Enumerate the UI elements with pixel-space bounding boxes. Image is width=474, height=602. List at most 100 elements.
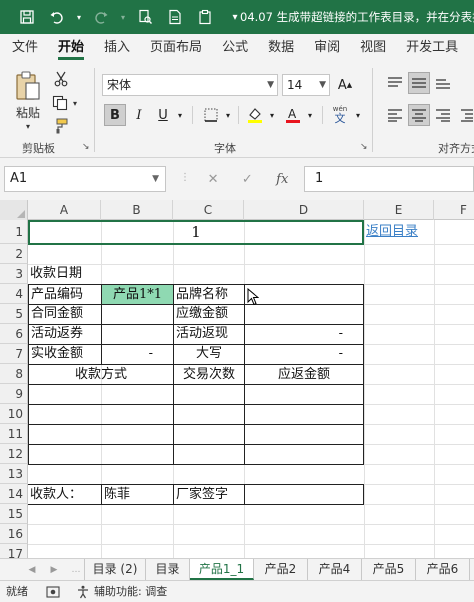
cell-c5[interactable]: 应缴金额 bbox=[173, 304, 244, 325]
name-box[interactable]: A1 ▼ bbox=[4, 166, 166, 192]
table-cell[interactable] bbox=[173, 404, 244, 425]
row-header-14[interactable]: 14 bbox=[0, 484, 28, 504]
column-header-c[interactable]: C bbox=[173, 200, 244, 220]
save-icon[interactable] bbox=[12, 0, 42, 34]
borders-icon[interactable] bbox=[200, 104, 222, 126]
italic-button[interactable]: I bbox=[128, 104, 150, 126]
cell-a5[interactable]: 合同金额 bbox=[28, 304, 101, 325]
cell-c6[interactable]: 活动返现 bbox=[173, 324, 244, 345]
tab-home[interactable]: 开始 bbox=[48, 34, 94, 62]
cancel-icon[interactable]: ✕ bbox=[208, 172, 219, 187]
table-cell[interactable] bbox=[173, 424, 244, 445]
more-sheets-icon[interactable]: … bbox=[66, 559, 86, 581]
table-cell[interactable] bbox=[173, 384, 244, 405]
row-header-7[interactable]: 7 bbox=[0, 344, 28, 364]
cell-b6[interactable] bbox=[101, 324, 173, 345]
column-header-a[interactable]: A bbox=[28, 200, 101, 220]
sheet-tab-product5[interactable]: 产品5 bbox=[362, 559, 416, 580]
table-cell[interactable] bbox=[28, 404, 173, 425]
phonetic-dropdown-icon[interactable]: ▾ bbox=[352, 104, 364, 126]
row-header-8[interactable]: 8 bbox=[0, 364, 28, 384]
fill-color-dropdown-icon[interactable]: ▾ bbox=[266, 104, 278, 126]
column-header-e[interactable]: E bbox=[364, 200, 434, 220]
redo-dropdown-icon[interactable]: ▾ bbox=[116, 0, 130, 34]
align-middle-icon[interactable] bbox=[408, 72, 430, 94]
format-painter-icon[interactable] bbox=[50, 116, 70, 136]
tab-developer[interactable]: 开发工具 bbox=[396, 34, 468, 62]
table-cell[interactable] bbox=[28, 384, 173, 405]
borders-dropdown-icon[interactable]: ▾ bbox=[222, 104, 234, 126]
tab-insert[interactable]: 插入 bbox=[94, 34, 140, 62]
indent-icon[interactable] bbox=[456, 104, 474, 126]
copy-icon[interactable] bbox=[50, 94, 70, 112]
cut-icon[interactable] bbox=[52, 70, 70, 88]
cell-d5[interactable] bbox=[244, 304, 364, 325]
tab-formulas[interactable]: 公式 bbox=[212, 34, 258, 62]
sheet-tab-product6[interactable]: 产品6 bbox=[416, 559, 470, 580]
table-cell[interactable] bbox=[244, 384, 364, 405]
row-header-16[interactable]: 16 bbox=[0, 524, 28, 544]
print-preview-icon[interactable] bbox=[130, 0, 160, 34]
row-header-13[interactable]: 13 bbox=[0, 464, 28, 484]
cell-d4[interactable] bbox=[244, 284, 364, 305]
row-header-5[interactable]: 5 bbox=[0, 304, 28, 324]
cell-a7[interactable]: 实收金额 bbox=[28, 344, 101, 365]
sheet-tab-product4[interactable]: 产品4 bbox=[308, 559, 362, 580]
cell-a3[interactable]: 收款日期 bbox=[28, 264, 128, 284]
copy-dropdown-icon[interactable]: ▾ bbox=[70, 96, 80, 110]
bold-button[interactable]: B bbox=[104, 104, 126, 126]
tab-file[interactable]: 文件 bbox=[0, 34, 48, 62]
align-center-icon[interactable] bbox=[408, 104, 430, 126]
insert-function-icon[interactable]: fx bbox=[276, 172, 288, 187]
cell-a6[interactable]: 活动返券 bbox=[28, 324, 101, 345]
paste-dropdown-icon[interactable]: ▾ bbox=[22, 120, 34, 132]
clipboard-icon[interactable] bbox=[190, 0, 220, 34]
font-name-select[interactable]: 宋体 ▼ bbox=[102, 74, 278, 96]
formula-input[interactable]: 1 bbox=[304, 166, 474, 192]
tab-review[interactable]: 审阅 bbox=[304, 34, 350, 62]
cell-b7[interactable]: - bbox=[101, 344, 173, 365]
align-bottom-icon[interactable] bbox=[432, 72, 454, 94]
undo-dropdown-icon[interactable]: ▾ bbox=[72, 0, 86, 34]
row-header-4[interactable]: 4 bbox=[0, 284, 28, 304]
align-right-icon[interactable] bbox=[432, 104, 454, 126]
row-header-9[interactable]: 9 bbox=[0, 384, 28, 404]
return-to-index-link[interactable]: 返回目录 bbox=[364, 220, 434, 244]
tab-view[interactable]: 视图 bbox=[350, 34, 396, 62]
tab-page-layout[interactable]: 页面布局 bbox=[140, 34, 212, 62]
row-header-3[interactable]: 3 bbox=[0, 264, 28, 284]
paste-icon[interactable] bbox=[12, 68, 44, 104]
cell-c8[interactable]: 交易次数 bbox=[173, 364, 244, 385]
align-left-icon[interactable] bbox=[384, 104, 406, 126]
cell-b4[interactable]: 产品1*1 bbox=[101, 284, 173, 305]
cell-a8[interactable]: 收款方式 bbox=[28, 364, 173, 385]
underline-dropdown-icon[interactable]: ▾ bbox=[174, 104, 186, 126]
sheet-scroll-right-icon[interactable]: ▶ bbox=[44, 559, 64, 581]
font-color-dropdown-icon[interactable]: ▾ bbox=[304, 104, 316, 126]
paste-button[interactable]: 粘贴 bbox=[10, 104, 46, 120]
font-size-select[interactable]: 14 ▼ bbox=[282, 74, 330, 96]
document-icon[interactable] bbox=[160, 0, 190, 34]
fill-color-icon[interactable] bbox=[244, 104, 266, 126]
enter-icon[interactable]: ✓ bbox=[242, 172, 253, 187]
column-header-f[interactable]: F bbox=[434, 200, 474, 220]
phonetic-guide-button[interactable]: wén 文 bbox=[328, 102, 352, 128]
sheet-tab-index-2[interactable]: 目录 (2) bbox=[84, 559, 146, 580]
table-cell[interactable] bbox=[244, 424, 364, 445]
row-header-15[interactable]: 15 bbox=[0, 504, 28, 524]
table-cell[interactable] bbox=[28, 444, 173, 465]
increase-font-icon[interactable]: A ▲ bbox=[334, 74, 356, 96]
font-color-icon[interactable]: A bbox=[282, 104, 304, 126]
tab-data[interactable]: 数据 bbox=[258, 34, 304, 62]
cell-a4[interactable]: 产品编码 bbox=[28, 284, 101, 305]
row-header-11[interactable]: 11 bbox=[0, 424, 28, 444]
table-cell[interactable] bbox=[173, 444, 244, 465]
sheet-tab-index[interactable]: 目录 bbox=[146, 559, 190, 580]
align-top-icon[interactable] bbox=[384, 72, 406, 94]
column-header-d[interactable]: D bbox=[244, 200, 364, 220]
row-header-1[interactable]: 1 bbox=[0, 220, 28, 244]
row-header-12[interactable]: 12 bbox=[0, 444, 28, 464]
cell-c4[interactable]: 品牌名称 bbox=[173, 284, 244, 305]
font-launcher-icon[interactable]: ↘ bbox=[360, 142, 368, 152]
underline-button[interactable]: U bbox=[152, 104, 174, 126]
